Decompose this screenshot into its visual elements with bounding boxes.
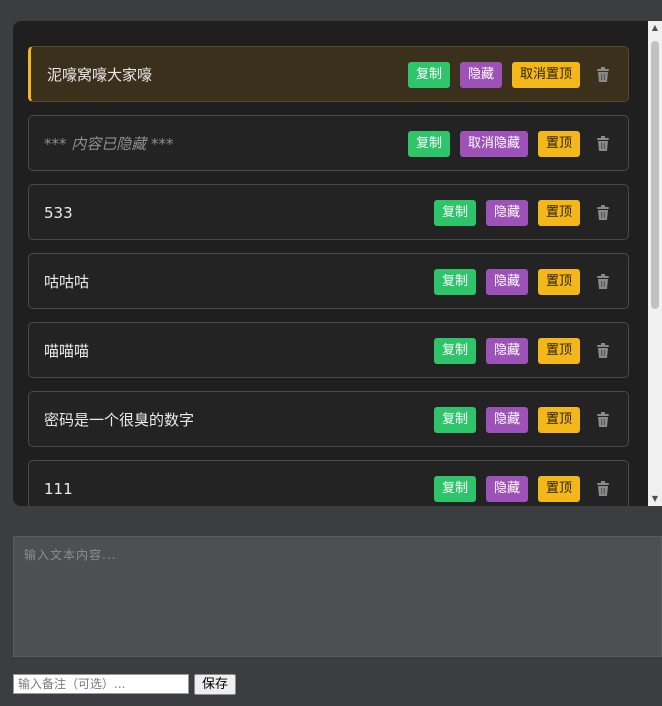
scroll-down-arrow-icon[interactable]: ▼ bbox=[648, 492, 662, 506]
item-text: 533 bbox=[44, 204, 73, 222]
item-actions: 复制 隐藏 置顶 bbox=[424, 407, 610, 433]
trash-icon[interactable] bbox=[596, 343, 610, 359]
trash-icon[interactable] bbox=[596, 412, 610, 428]
item-text: 喵喵喵 bbox=[44, 342, 90, 360]
text-content-placeholder: 输入文本内容... bbox=[24, 548, 117, 562]
text-content-input[interactable]: 输入文本内容... bbox=[13, 536, 662, 657]
list-item: 密码是一个很臭的数字 复制 隐藏 置顶 bbox=[28, 391, 629, 447]
item-text: 咕咕咕 bbox=[44, 273, 90, 291]
copy-button[interactable]: 复制 bbox=[407, 62, 450, 88]
item-text: 密码是一个很臭的数字 bbox=[44, 411, 195, 429]
list-item: 533 复制 隐藏 置顶 bbox=[28, 184, 629, 240]
item-actions: 复制 取消隐藏 置顶 bbox=[398, 131, 610, 157]
copy-button[interactable]: 复制 bbox=[433, 338, 476, 364]
hide-button[interactable]: 隐藏 bbox=[485, 407, 528, 433]
hide-button[interactable]: 隐藏 bbox=[485, 476, 528, 502]
item-actions: 复制 隐藏 置顶 bbox=[424, 269, 610, 295]
item-text: 泥嚎窝嚎大家嚎 bbox=[47, 66, 153, 84]
hide-button[interactable]: 隐藏 bbox=[485, 200, 528, 226]
pin-button[interactable]: 置顶 bbox=[537, 476, 580, 502]
copy-button[interactable]: 复制 bbox=[433, 200, 476, 226]
list-item: 咕咕咕 复制 隐藏 置顶 bbox=[28, 253, 629, 309]
trash-icon[interactable] bbox=[596, 274, 610, 290]
unpin-button[interactable]: 取消置顶 bbox=[511, 62, 580, 88]
save-button[interactable]: 保存 bbox=[194, 674, 236, 695]
top-strip bbox=[0, 0, 662, 21]
item-actions: 复制 隐藏 取消置顶 bbox=[398, 62, 610, 88]
copy-button[interactable]: 复制 bbox=[433, 476, 476, 502]
copy-button[interactable]: 复制 bbox=[407, 131, 450, 157]
list-item: 111 复制 隐藏 置顶 bbox=[28, 460, 629, 506]
copy-button[interactable]: 复制 bbox=[433, 407, 476, 433]
unhide-button[interactable]: 取消隐藏 bbox=[459, 131, 528, 157]
pin-button[interactable]: 置顶 bbox=[537, 200, 580, 226]
trash-icon[interactable] bbox=[596, 136, 610, 152]
trash-icon[interactable] bbox=[596, 67, 610, 83]
clipboard-list-panel: 泥嚎窝嚎大家嚎 复制 隐藏 取消置顶 *** 内容已隐藏 *** 复制 取消隐藏… bbox=[13, 21, 662, 506]
list-scrollbar[interactable]: ▲ ▼ bbox=[648, 21, 662, 506]
note-placeholder: 输入备注（可选）... bbox=[18, 677, 126, 691]
item-text: *** 内容已隐藏 *** bbox=[44, 135, 174, 153]
pin-button[interactable]: 置顶 bbox=[537, 269, 580, 295]
trash-icon[interactable] bbox=[596, 481, 610, 497]
hide-button[interactable]: 隐藏 bbox=[485, 338, 528, 364]
scrollbar-thumb[interactable] bbox=[651, 41, 659, 309]
trash-icon[interactable] bbox=[596, 205, 610, 221]
hide-button[interactable]: 隐藏 bbox=[459, 62, 502, 88]
pin-button[interactable]: 置顶 bbox=[537, 338, 580, 364]
pin-button[interactable]: 置顶 bbox=[537, 407, 580, 433]
copy-button[interactable]: 复制 bbox=[433, 269, 476, 295]
list-item: 泥嚎窝嚎大家嚎 复制 隐藏 取消置顶 bbox=[28, 46, 629, 102]
hide-button[interactable]: 隐藏 bbox=[485, 269, 528, 295]
scroll-up-arrow-icon[interactable]: ▲ bbox=[648, 21, 662, 35]
item-actions: 复制 隐藏 置顶 bbox=[424, 338, 610, 364]
list-item: 喵喵喵 复制 隐藏 置顶 bbox=[28, 322, 629, 378]
item-actions: 复制 隐藏 置顶 bbox=[424, 200, 610, 226]
pin-button[interactable]: 置顶 bbox=[537, 131, 580, 157]
note-input[interactable]: 输入备注（可选）... bbox=[13, 674, 189, 694]
item-actions: 复制 隐藏 置顶 bbox=[424, 476, 610, 502]
list-item: *** 内容已隐藏 *** 复制 取消隐藏 置顶 bbox=[28, 115, 629, 171]
item-text: 111 bbox=[44, 480, 73, 498]
